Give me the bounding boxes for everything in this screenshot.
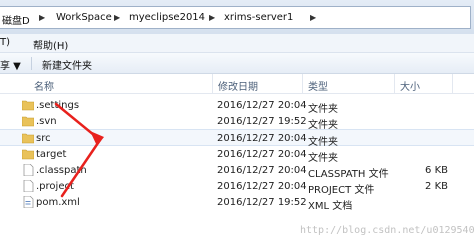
address-breadcrumb[interactable]: 磁盘D ▶ WorkSpace ▶ myeclipse2014 ▶ xrims-… (0, 6, 471, 29)
file-date: 2016/12/27 19:52 (217, 197, 307, 208)
file-row[interactable]: .settings 2016/12/27 20:04 文件夹 (0, 97, 474, 115)
column-divider[interactable] (394, 74, 395, 93)
file-date: 2016/12/27 20:04 (217, 181, 307, 192)
file-date: 2016/12/27 20:04 (217, 165, 307, 176)
xml-file-icon (22, 195, 34, 209)
file-name: .classpath (36, 165, 87, 176)
file-row[interactable]: .project 2016/12/27 20:04 PROJECT 文件 2 K… (0, 178, 474, 196)
column-divider[interactable] (212, 74, 213, 93)
column-divider[interactable] (452, 74, 453, 93)
file-type: XML 文档 (308, 201, 353, 212)
crumb-project[interactable]: xrims-server1 (224, 12, 293, 23)
file-row[interactable]: src 2016/12/27 20:04 文件夹 (0, 129, 474, 148)
file-name: .project (36, 181, 74, 192)
watermark: http://blog.csdn.net/u012954072 (300, 225, 474, 236)
file-name: .svn (36, 116, 57, 127)
toolbar: 享 ▼ 新建文件夹 (0, 53, 474, 74)
new-folder-button[interactable]: 新建文件夹 (42, 57, 92, 72)
crumb-separator-icon[interactable]: ▶ (39, 13, 45, 22)
file-icon (22, 163, 34, 177)
file-date: 2016/12/27 19:52 (217, 116, 307, 127)
file-size: 2 KB (425, 181, 448, 192)
file-row[interactable]: .classpath 2016/12/27 20:04 CLASSPATH 文件… (0, 162, 474, 180)
file-name: .settings (36, 100, 80, 111)
file-row[interactable]: target 2016/12/27 20:04 文件夹 (0, 146, 474, 164)
file-size: 6 KB (425, 165, 448, 176)
file-name: pom.xml (36, 197, 80, 208)
crumb-workspace[interactable]: WorkSpace (56, 12, 112, 23)
address-bar: 磁盘D ▶ WorkSpace ▶ myeclipse2014 ▶ xrims-… (0, 0, 474, 34)
folder-icon (21, 99, 35, 111)
folder-icon (21, 115, 35, 127)
file-icon (22, 179, 34, 193)
column-name[interactable]: 名称 (34, 78, 54, 93)
crumb-drive[interactable]: 磁盘D (2, 12, 30, 27)
file-date: 2016/12/27 20:04 (217, 149, 307, 160)
menu-tools[interactable]: T) (0, 37, 10, 48)
file-date: 2016/12/27 20:04 (217, 100, 307, 111)
file-date: 2016/12/27 20:04 (217, 133, 307, 144)
folder-icon (21, 148, 35, 160)
toolbar-divider (31, 57, 32, 70)
crumb-separator-icon[interactable]: ▶ (209, 13, 215, 22)
crumb-myeclipse[interactable]: myeclipse2014 (129, 12, 205, 23)
file-name: src (36, 133, 51, 144)
file-row[interactable]: pom.xml 2016/12/27 19:52 XML 文档 (0, 194, 474, 212)
column-size[interactable]: 大小 (400, 78, 420, 93)
file-row[interactable]: .svn 2016/12/27 19:52 文件夹 (0, 113, 474, 131)
column-header: 名称 修改日期 类型 大小 (0, 74, 474, 94)
column-date[interactable]: 修改日期 (218, 78, 258, 93)
column-type[interactable]: 类型 (308, 78, 328, 93)
menu-bar: T) 帮助(H) (0, 34, 474, 53)
crumb-separator-icon[interactable]: ▶ (114, 13, 120, 22)
crumb-separator-icon[interactable]: ▶ (310, 13, 316, 22)
folder-icon (21, 132, 35, 144)
column-divider[interactable] (302, 74, 303, 93)
share-button[interactable]: 享 ▼ (0, 57, 21, 72)
menu-help[interactable]: 帮助(H) (33, 37, 68, 52)
file-name: target (36, 149, 67, 160)
